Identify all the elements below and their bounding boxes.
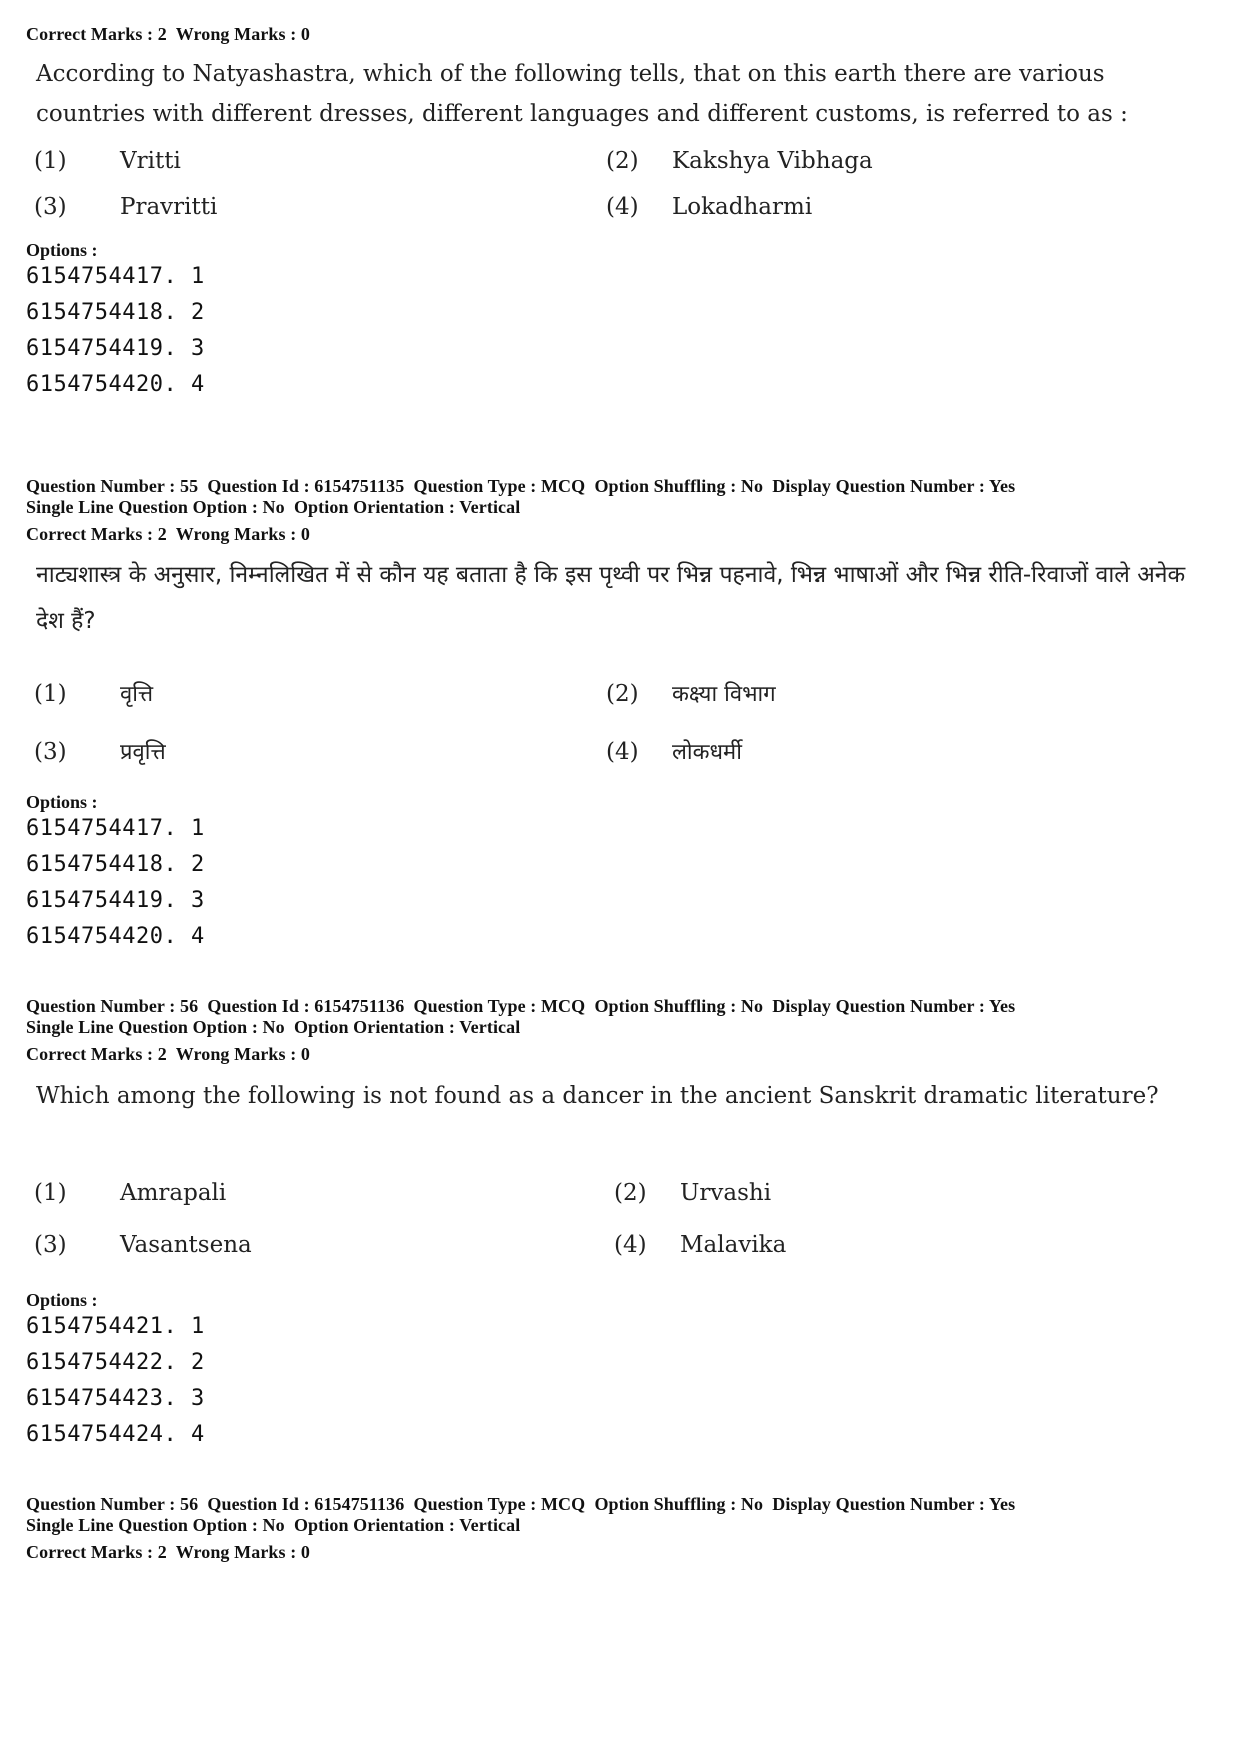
answer-text: प्रवृत्ति (120, 740, 166, 765)
option-id: 6154754418. 2 (26, 300, 205, 325)
answer-option-3: (3) Vasantsena (34, 1232, 252, 1258)
answer-option-4: (4) लोकधर्मी (606, 736, 742, 766)
option-id: 6154754420. 4 (26, 924, 205, 949)
answer-text: वृत्ति (120, 682, 154, 707)
answer-option-1: (1) Amrapali (34, 1180, 226, 1206)
question-header: Question Number : 56 Question Id : 61547… (26, 1494, 1016, 1514)
option-id: 6154754419. 3 (26, 336, 205, 361)
answer-text: Kakshya Vibhaga (672, 148, 873, 174)
option-id: 6154754421. 1 (26, 1314, 205, 1339)
option-id: 6154754419. 3 (26, 888, 205, 913)
option-id: 6154754420. 4 (26, 372, 205, 397)
question-header: Question Number : 55 Question Id : 61547… (26, 476, 1016, 496)
answer-number: (1) (34, 148, 67, 174)
answer-number: (3) (34, 1232, 67, 1258)
answer-option-2: (2) कक्ष्या विभाग (606, 678, 776, 708)
question-text: Which among the following is not found a… (36, 1083, 1159, 1109)
answer-number: (2) (606, 148, 639, 174)
answer-option-4: (4) Lokadharmi (606, 194, 812, 220)
answer-text: लोकधर्मी (672, 740, 742, 765)
answer-number: (4) (606, 739, 639, 765)
answer-option-3: (3) Pravritti (34, 194, 217, 220)
answer-number: (2) (614, 1180, 647, 1206)
question-text: According to Natyashastra, which of the … (36, 61, 1128, 127)
answer-number: (1) (34, 681, 67, 707)
option-id: 6154754423. 3 (26, 1386, 205, 1411)
marks-info: Correct Marks : 2 Wrong Marks : 0 (26, 524, 311, 544)
marks-info: Correct Marks : 2 Wrong Marks : 0 (26, 1542, 311, 1562)
answer-number: (4) (614, 1232, 647, 1258)
answer-option-1: (1) वृत्ति (34, 678, 153, 708)
answer-text: Vasantsena (120, 1232, 252, 1258)
answer-option-1: (1) Vritti (34, 148, 181, 174)
answer-number: (4) (606, 194, 639, 220)
answer-text: Pravritti (120, 194, 218, 220)
options-label: Options : (26, 240, 98, 260)
option-id: 6154754417. 1 (26, 264, 205, 289)
answer-text: Lokadharmi (672, 194, 813, 220)
answer-number: (2) (606, 681, 639, 707)
answer-option-2: (2) Urvashi (614, 1180, 771, 1206)
option-id: 6154754424. 4 (26, 1422, 205, 1447)
answer-option-4: (4) Malavika (614, 1232, 786, 1258)
question-text: नाट्यशास्त्र के अनुसार, निम्नलिखित में स… (36, 562, 1186, 634)
answer-text: कक्ष्या विभाग (672, 682, 776, 707)
option-id: 6154754417. 1 (26, 816, 205, 841)
answer-number: (3) (34, 739, 67, 765)
question-header-line2: Single Line Question Option : No Option … (26, 1017, 521, 1037)
answer-option-3: (3) प्रवृत्ति (34, 736, 166, 766)
option-id: 6154754418. 2 (26, 852, 205, 877)
answer-text: Vritti (120, 148, 181, 174)
options-label: Options : (26, 1290, 98, 1310)
question-header: Question Number : 56 Question Id : 61547… (26, 996, 1016, 1016)
answer-option-2: (2) Kakshya Vibhaga (606, 148, 873, 174)
question-header-line2: Single Line Question Option : No Option … (26, 1515, 521, 1535)
answer-text: Urvashi (680, 1180, 772, 1206)
question-header-line2: Single Line Question Option : No Option … (26, 497, 521, 517)
marks-info: Correct Marks : 2 Wrong Marks : 0 (26, 24, 311, 44)
answer-number: (1) (34, 1180, 67, 1206)
answer-number: (3) (34, 194, 67, 220)
answer-text: Malavika (680, 1232, 787, 1258)
answer-text: Amrapali (120, 1180, 227, 1206)
marks-info: Correct Marks : 2 Wrong Marks : 0 (26, 1044, 311, 1064)
option-id: 6154754422. 2 (26, 1350, 205, 1375)
options-label: Options : (26, 792, 98, 812)
